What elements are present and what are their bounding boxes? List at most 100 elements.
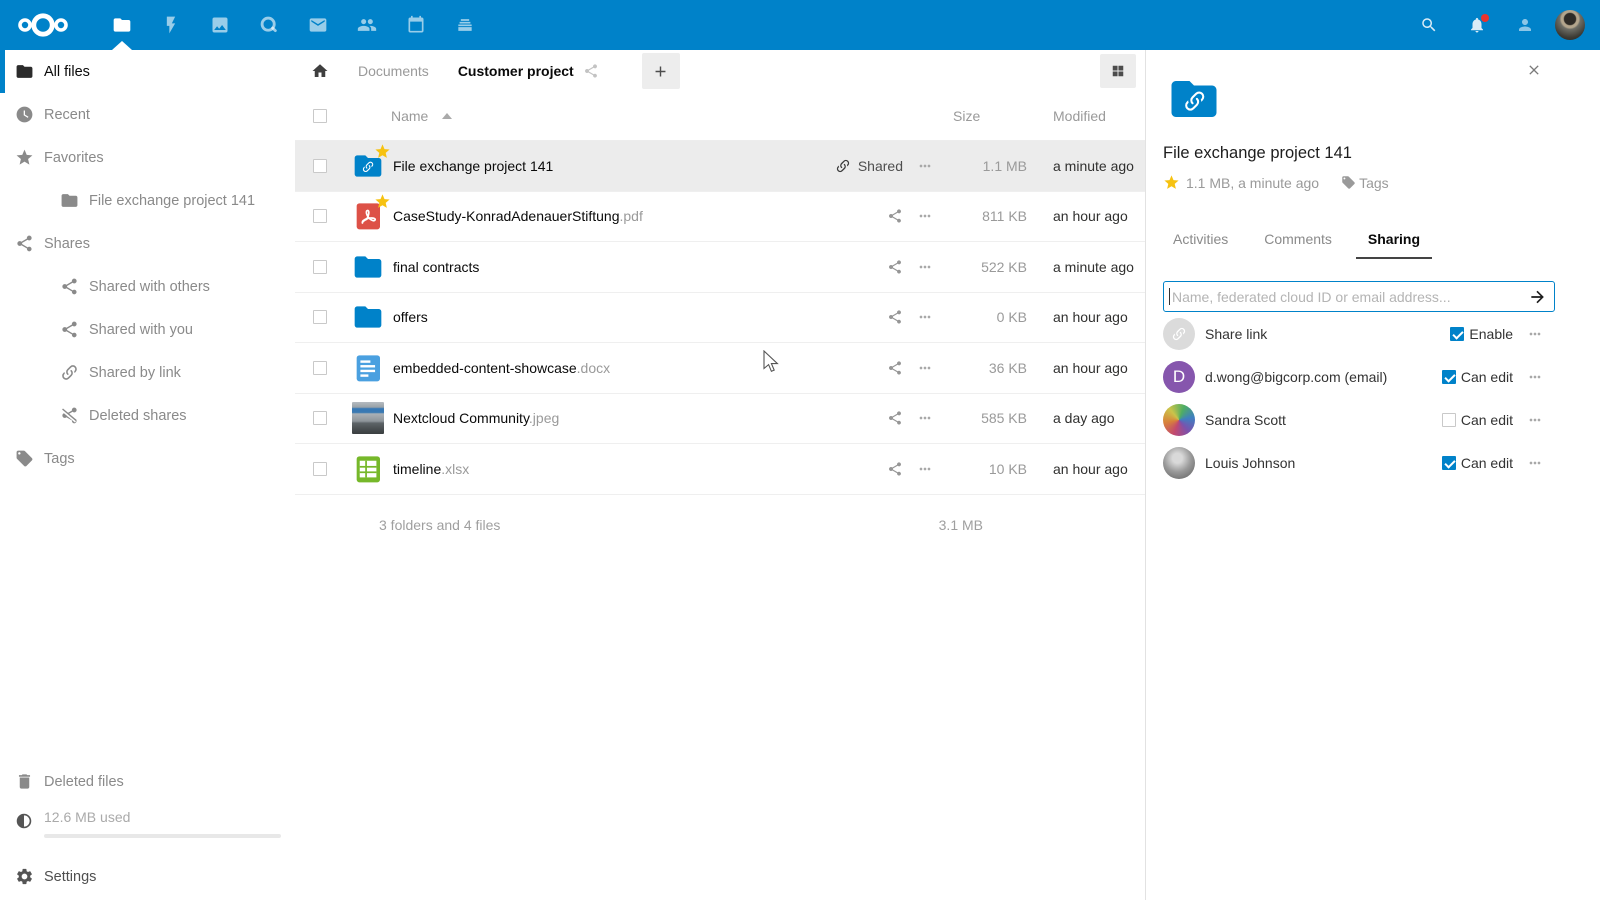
file-modified: an hour ago [1027,461,1145,477]
file-name-link[interactable]: timeline.xlsx [393,461,823,477]
more-actions-button[interactable] [903,461,947,477]
grid-view-toggle-button[interactable] [1100,54,1136,88]
file-name-link[interactable]: offers [393,309,823,325]
close-details-icon[interactable] [1526,62,1542,78]
share-button[interactable] [823,461,903,477]
column-modified-sort[interactable]: Modified [1027,108,1145,124]
sidebar-item-file-exchange-project-141[interactable]: File exchange project 141 [0,179,295,222]
column-name-sort[interactable]: Name [391,108,452,124]
share-permission-checkbox[interactable] [1450,327,1464,341]
share-status-button[interactable]: Shared [823,158,903,174]
app-icon-deck[interactable] [440,0,489,50]
row-checkbox[interactable] [313,310,327,324]
more-actions-button[interactable] [903,309,947,325]
tab-sharing[interactable]: Sharing [1368,231,1420,259]
file-row[interactable]: Nextcloud Community.jpeg585 KBa day ago [295,394,1145,445]
share-permission-label[interactable]: Can edit [1461,455,1513,471]
sidebar-item-all-files[interactable]: All files [0,50,295,93]
tab-activities[interactable]: Activities [1173,231,1228,259]
app-icon-talk[interactable] [244,0,293,50]
file-size: 522 KB [947,259,1027,275]
file-name-link[interactable]: Nextcloud Community.jpeg [393,410,823,426]
file-row[interactable]: embedded-content-showcase.docx36 KBan ho… [295,343,1145,394]
row-checkbox[interactable] [313,159,327,173]
share-button[interactable] [823,259,903,275]
new-file-button[interactable] [642,53,680,89]
sidebar-item-deleted-shares[interactable]: Deleted shares [0,394,295,437]
confirm-share-icon[interactable] [1528,287,1548,307]
app-icon-files[interactable] [97,0,146,50]
sidebar-item-shared-by-link[interactable]: Shared by link [0,351,295,394]
share-button[interactable] [823,208,903,224]
share-more-actions-button[interactable] [1515,369,1555,385]
share-more-actions-button[interactable] [1515,326,1555,342]
notifications-bell-icon[interactable] [1453,0,1501,50]
tags-button[interactable]: Tags [1341,175,1389,191]
app-icon-activity[interactable] [146,0,195,50]
more-actions-button[interactable] [903,208,947,224]
sidebar-item-deleted-files[interactable]: Deleted files [0,760,295,803]
file-name-link[interactable]: final contracts [393,259,823,275]
share-permission-label[interactable]: Can edit [1461,369,1513,385]
select-all-checkbox[interactable] [313,109,327,123]
more-actions-button[interactable] [903,410,947,426]
share-button[interactable] [823,360,903,376]
share-permission-checkbox[interactable] [1442,456,1456,470]
sidebar-nav: All filesRecentFavoritesFile exchange pr… [0,50,295,480]
nextcloud-logo[interactable] [13,10,75,40]
more-actions-button[interactable] [903,360,947,376]
clipboard-copy-icon[interactable] [1538,145,1555,162]
user-avatar[interactable] [1555,10,1585,40]
sharee-name: d.wong@bigcorp.com (email) [1205,369,1442,385]
tab-comments[interactable]: Comments [1264,231,1332,259]
breadcrumb-item-current[interactable]: Customer project [458,63,574,79]
app-icon-contacts[interactable] [342,0,391,50]
sidebar-item-shares[interactable]: Shares [0,222,295,265]
row-checkbox[interactable] [313,209,327,223]
row-checkbox[interactable] [313,411,327,425]
file-row[interactable]: final contracts522 KBa minute ago [295,242,1145,293]
share-permission-checkbox[interactable] [1442,413,1456,427]
share-permission-label[interactable]: Enable [1469,326,1513,342]
file-name-link[interactable]: CaseStudy-KonradAdenauerStiftung.pdf [393,208,823,224]
file-row[interactable]: offers0 KBan hour ago [295,293,1145,344]
column-size-sort[interactable]: Size [949,108,1027,124]
sharee-search-input[interactable] [1163,281,1555,312]
contacts-menu-icon[interactable] [1501,0,1549,50]
row-checkbox[interactable] [313,361,327,375]
share-more-actions-button[interactable] [1515,412,1555,428]
row-checkbox[interactable] [313,462,327,476]
app-icon-gallery[interactable] [195,0,244,50]
sidebar-item-settings[interactable]: Settings [0,855,295,898]
share-permission-label[interactable]: Can edit [1461,412,1513,428]
file-row[interactable]: timeline.xlsx10 KBan hour ago [295,444,1145,495]
sidebar-item-shared-with-you[interactable]: Shared with you [0,308,295,351]
more-actions-button[interactable] [903,158,947,174]
row-checkbox[interactable] [313,260,327,274]
breadcrumb-share-icon[interactable] [583,63,599,79]
share-permission-checkbox[interactable] [1442,370,1456,384]
app-icon-mail[interactable] [293,0,342,50]
file-name-link[interactable]: embedded-content-showcase.docx [393,360,823,376]
share-more-actions-button[interactable] [1515,455,1555,471]
file-row[interactable]: File exchange project 141Shared1.1 MBa m… [295,141,1145,192]
breadcrumb-home-icon[interactable] [311,62,329,80]
share-button[interactable] [823,410,903,426]
avatar: D [1163,361,1195,393]
sidebar-item-tags[interactable]: Tags [0,437,295,480]
file-row[interactable]: CaseStudy-KonradAdenauerStiftung.pdf811 … [295,192,1145,243]
file-modified: a day ago [1027,410,1145,426]
share-button[interactable] [823,309,903,325]
more-actions-button[interactable] [903,259,947,275]
search-icon[interactable] [1405,0,1453,50]
app-icon-calendar[interactable] [391,0,440,50]
file-name-link[interactable]: File exchange project 141 [393,158,823,174]
star-icon [15,148,34,167]
file-list-summary: 3 folders and 4 files 3.1 MB [295,495,1145,555]
favorite-star-icon[interactable] [1163,174,1180,191]
sidebar-item-favorites[interactable]: Favorites [0,136,295,179]
breadcrumb-item[interactable]: Documents [358,63,429,79]
chevron-right-icon [335,63,352,80]
sidebar-item-shared-with-others[interactable]: Shared with others [0,265,295,308]
sidebar-item-recent[interactable]: Recent [0,93,295,136]
